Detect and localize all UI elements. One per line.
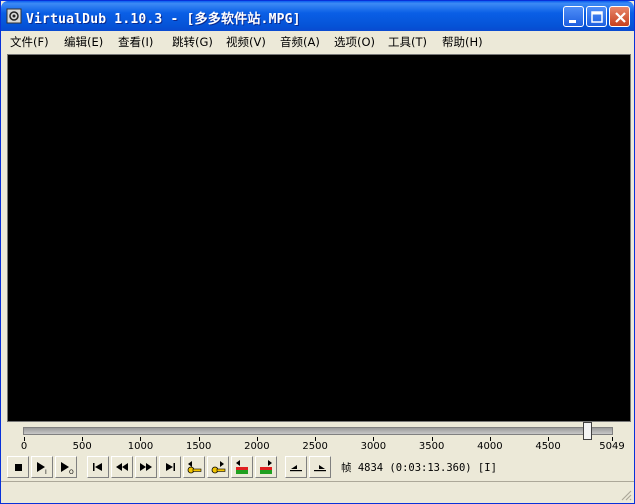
video-pane xyxy=(7,54,631,422)
stop-icon xyxy=(15,464,22,471)
timeline-tick-label: 500 xyxy=(72,441,92,452)
menu-go[interactable]: 跳转(G) xyxy=(172,34,213,50)
next-scene-button[interactable] xyxy=(255,456,277,478)
timeline-tick-label: 3000 xyxy=(360,441,387,452)
menu-edit[interactable]: 编辑(E) xyxy=(64,34,103,50)
minimize-button[interactable] xyxy=(563,6,584,27)
minimize-icon xyxy=(569,20,576,23)
play-output-icon: O xyxy=(61,462,74,476)
close-icon xyxy=(615,12,626,23)
stop-button[interactable] xyxy=(7,456,29,478)
maximize-button[interactable] xyxy=(586,6,607,27)
prev-keyframe-button[interactable] xyxy=(183,456,205,478)
mark-in-icon xyxy=(290,465,302,472)
menu-view[interactable]: 查看(I) xyxy=(118,34,153,50)
next-keyframe-button[interactable] xyxy=(207,456,229,478)
menu-audio[interactable]: 音频(A) xyxy=(280,34,320,50)
window-title: VirtualDub 1.10.3 - [多多软件站.MPG] xyxy=(26,12,301,27)
position-slider-track[interactable] xyxy=(23,427,613,435)
menu-bar: 文件(F) 编辑(E) 查看(I) 跳转(G) 视频(V) 音频(A) 选项(O… xyxy=(1,31,634,51)
menu-video[interactable]: 视频(V) xyxy=(226,34,266,50)
end-button[interactable] xyxy=(159,456,181,478)
play-input-button[interactable]: I xyxy=(31,456,53,478)
svg-text:I: I xyxy=(45,469,47,476)
close-button[interactable] xyxy=(609,6,630,27)
timeline-tick-label: 4000 xyxy=(477,441,503,452)
timeline-tick-label: 3500 xyxy=(418,441,445,452)
title-bar[interactable]: VirtualDub 1.10.3 - [多多软件站.MPG] xyxy=(1,1,634,31)
play-output-button[interactable]: O xyxy=(55,456,77,478)
play-input-icon: I xyxy=(37,462,47,476)
go-start-icon xyxy=(93,463,102,471)
step-forward-icon xyxy=(140,463,152,471)
position-slider-thumb[interactable] xyxy=(582,422,592,440)
timeline-tick-label: 5049 xyxy=(599,441,625,452)
frame-position-readout: 帧 4834 (0:03:13.360) [I] xyxy=(341,462,497,474)
start-button[interactable] xyxy=(87,456,109,478)
resize-grip-icon[interactable] xyxy=(620,489,632,501)
status-bar xyxy=(1,481,634,503)
timeline-tick-label: 2500 xyxy=(302,441,328,452)
virtualdub-window: VirtualDub 1.10.3 - [多多软件站.MPG] 文件(F) 编辑… xyxy=(0,0,635,504)
menu-tools[interactable]: 工具(T) xyxy=(388,34,427,50)
timeline-tick-label: 0 xyxy=(20,441,28,452)
scene-next-icon xyxy=(260,460,272,474)
svg-text:O: O xyxy=(69,469,74,476)
prev-frame-button[interactable] xyxy=(111,456,133,478)
step-back-icon xyxy=(116,463,128,471)
maximize-icon xyxy=(591,11,603,23)
menu-options[interactable]: 选项(O) xyxy=(334,34,375,50)
timeline-tick-label: 1500 xyxy=(185,441,212,452)
menu-help[interactable]: 帮助(H) xyxy=(442,34,483,50)
timeline-tick-label: 1000 xyxy=(127,441,154,452)
scene-prev-icon xyxy=(236,460,248,474)
go-end-icon xyxy=(166,463,175,471)
mark-out-icon xyxy=(314,465,326,472)
timeline-tick-label: 4500 xyxy=(535,441,561,452)
next-frame-button[interactable] xyxy=(135,456,157,478)
menu-file[interactable]: 文件(F) xyxy=(10,34,49,50)
key-next-icon xyxy=(211,461,226,474)
timeline-tick-label: 2000 xyxy=(244,441,270,452)
virtualdub-app-icon[interactable] xyxy=(6,8,22,24)
key-prev-icon xyxy=(187,461,202,474)
prev-scene-button[interactable] xyxy=(231,456,253,478)
mark-in-button[interactable] xyxy=(285,456,307,478)
mark-out-button[interactable] xyxy=(309,456,331,478)
